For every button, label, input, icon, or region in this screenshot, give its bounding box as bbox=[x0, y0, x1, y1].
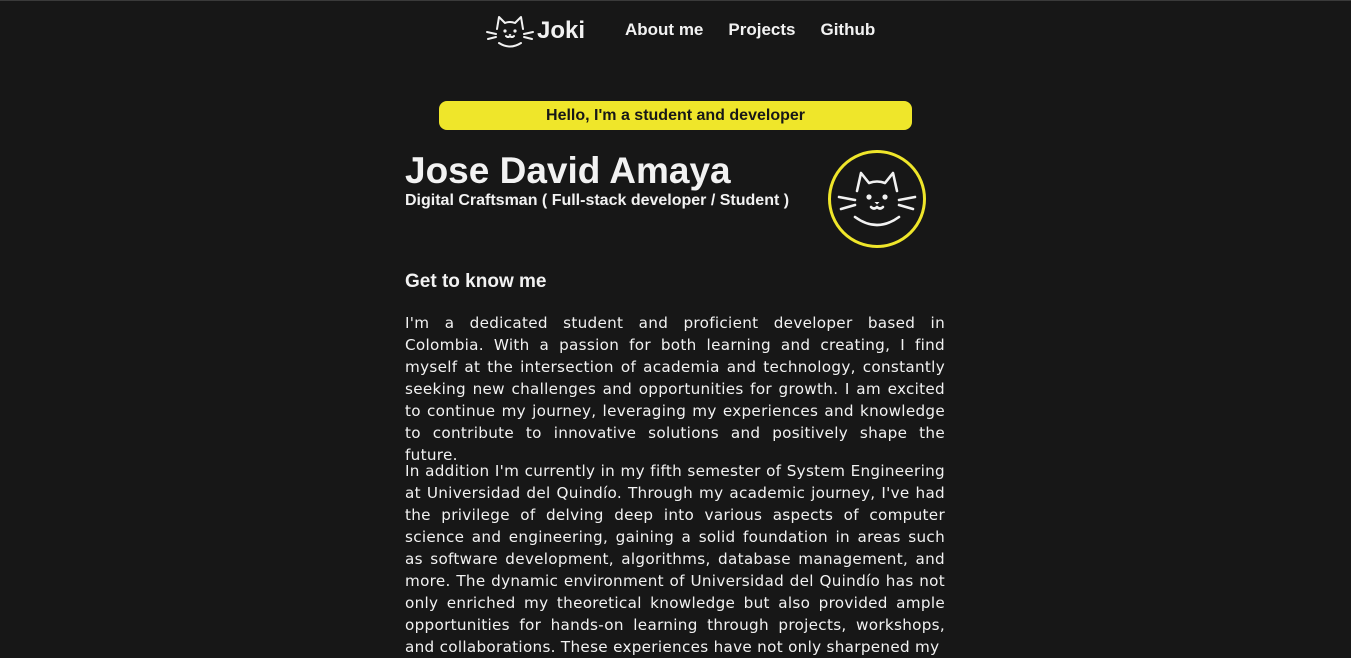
brand-home-link[interactable]: Joki bbox=[486, 12, 585, 50]
nav-link-github[interactable]: Github bbox=[820, 19, 875, 41]
nav-links: About me Projects Github bbox=[625, 19, 875, 41]
hero-subtitle: Digital Craftsman ( Full-stack developer… bbox=[405, 192, 790, 209]
hero-section: Jose David Amaya Digital Craftsman ( Ful… bbox=[405, 150, 945, 250]
nav-link-about-me[interactable]: About me bbox=[625, 19, 703, 41]
avatar bbox=[828, 150, 926, 248]
cat-face-icon bbox=[486, 16, 534, 48]
intro-banner: Hello, I'm a student and developer bbox=[439, 101, 912, 130]
about-paragraph: In addition I'm currently in my fifth se… bbox=[405, 462, 945, 656]
top-navigation: Joki About me Projects Github bbox=[0, 0, 1351, 62]
brand-name: Joki bbox=[537, 17, 586, 44]
about-paragraph: I'm a dedicated student and proficient d… bbox=[405, 314, 945, 464]
cat-face-icon bbox=[837, 171, 917, 227]
hero-name: Jose David Amaya bbox=[405, 150, 731, 191]
nav-link-projects[interactable]: Projects bbox=[728, 19, 795, 41]
about-section-title: Get to know me bbox=[405, 271, 547, 292]
